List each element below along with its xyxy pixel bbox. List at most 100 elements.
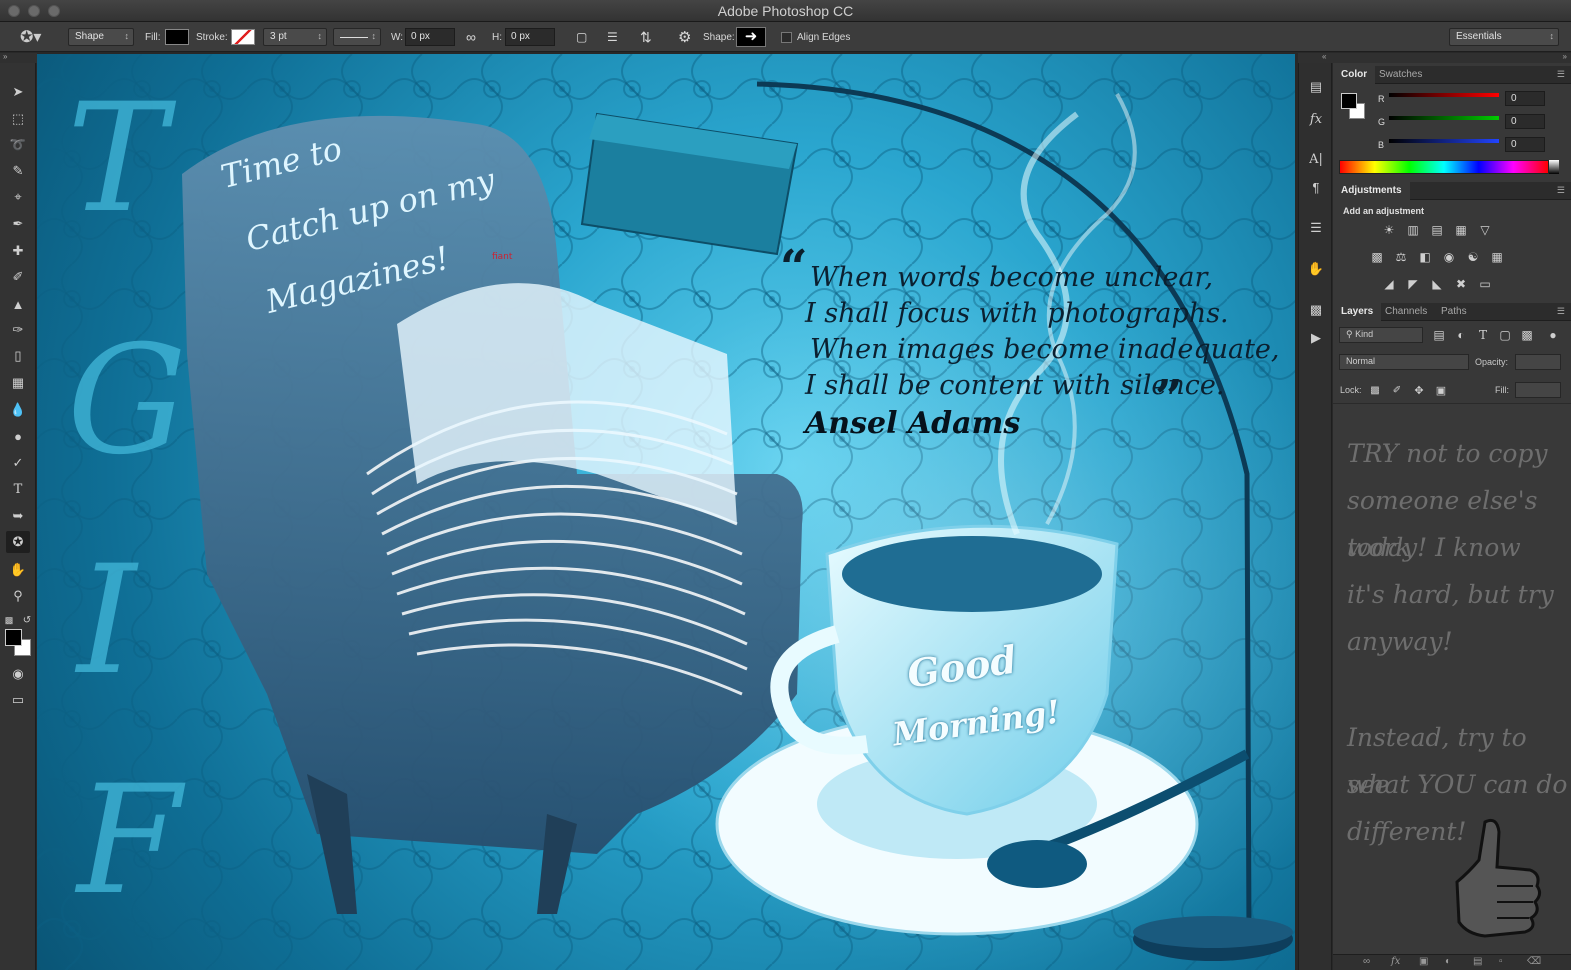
width-field[interactable]: 0 px [405, 28, 455, 46]
eraser-tool-icon[interactable]: ▯ [6, 345, 30, 367]
blue-slider[interactable] [1389, 139, 1499, 143]
healing-brush-tool-icon[interactable]: ✚ [6, 240, 30, 262]
history-brush-tool-icon[interactable]: ✑ [6, 319, 30, 341]
align-edges-checkbox[interactable] [781, 32, 792, 43]
link-icon[interactable]: ∞ [466, 22, 476, 52]
opacity-field[interactable] [1515, 354, 1561, 370]
custom-shape-tool-preset-icon[interactable]: ✪▾ [20, 22, 41, 52]
levels-icon[interactable]: ▥ [1405, 223, 1421, 237]
clone-stamp-tool-icon[interactable]: ▲ [6, 293, 30, 315]
character-panel-icon[interactable]: A| [1305, 149, 1327, 169]
red-value-field[interactable]: 0 [1505, 91, 1545, 106]
height-field[interactable]: 0 px [505, 28, 555, 46]
swap-colors-icon[interactable]: ↺ [20, 609, 34, 631]
tab-swatches[interactable]: Swatches [1371, 66, 1430, 84]
eyedropper-tool-icon[interactable]: ✒ [6, 213, 30, 235]
pen-tool-icon[interactable]: ✓ [6, 452, 30, 474]
screen-mode-icon[interactable]: ▭ [6, 689, 30, 711]
quick-selection-tool-icon[interactable]: ✎ [6, 160, 30, 182]
styles-panel-icon[interactable]: fx [1305, 109, 1327, 129]
brush-tool-icon[interactable]: ✐ [6, 266, 30, 288]
panels-collapse-handle[interactable]: «» [1298, 52, 1571, 63]
path-alignment-icon[interactable]: ☰ [607, 22, 618, 52]
fill-swatch[interactable] [165, 29, 189, 45]
link-layers-icon[interactable]: ∞ [1363, 956, 1370, 967]
hand-tool-icon[interactable]: ✋ [6, 559, 30, 581]
tab-adjustments[interactable]: Adjustments [1333, 182, 1410, 200]
actions-panel-play-icon[interactable]: ▶ [1305, 328, 1327, 348]
blend-mode-dropdown[interactable]: Normal [1339, 354, 1469, 370]
foreground-color-swatch[interactable] [5, 629, 22, 646]
blue-value-field[interactable]: 0 [1505, 137, 1545, 152]
filter-type-layers-icon[interactable]: T [1475, 328, 1491, 342]
move-tool-icon[interactable]: ➤ [6, 81, 30, 103]
stroke-width-field[interactable]: 3 pt [263, 28, 327, 46]
color-spectrum-ramp[interactable] [1339, 160, 1549, 174]
new-layer-icon[interactable]: ▫ [1499, 956, 1503, 967]
new-adjustment-layer-icon[interactable]: ◐ [1445, 956, 1451, 967]
filter-shape-layers-icon[interactable]: ▢ [1497, 328, 1513, 342]
shape-picker-arrow-icon[interactable]: ➜ [736, 27, 766, 47]
stroke-swatch[interactable] [231, 29, 255, 45]
filter-toggle-icon[interactable]: ● [1545, 328, 1561, 342]
tab-channels[interactable]: Channels [1377, 303, 1435, 321]
custom-shape-tool-icon[interactable]: ✪ [6, 531, 30, 553]
lock-image-pixels-icon[interactable]: ✐ [1389, 383, 1405, 397]
delete-layer-icon[interactable]: ⌫ [1527, 956, 1541, 967]
black-white-icon[interactable]: ◧ [1417, 250, 1433, 264]
posterize-icon[interactable]: ◤ [1405, 277, 1421, 291]
type-tool-icon[interactable]: T [6, 478, 30, 500]
color-foreground-swatch[interactable] [1341, 93, 1357, 109]
marquee-tool-icon[interactable]: ⬚ [6, 108, 30, 130]
quick-mask-icon[interactable]: ◉ [6, 663, 30, 685]
color-balance-icon[interactable]: ⚖ [1393, 250, 1409, 264]
vibrance-icon[interactable]: ▽ [1477, 223, 1493, 237]
brightness-contrast-icon[interactable]: ☀ [1381, 223, 1397, 237]
gradient-tool-icon[interactable]: ▦ [6, 372, 30, 394]
curves-icon[interactable]: ▤ [1429, 223, 1445, 237]
color-panel-menu-icon[interactable]: ☰ [1557, 69, 1565, 80]
layer-filter-kind-dropdown[interactable]: ⚲ Kind [1339, 327, 1423, 343]
blur-tool-icon[interactable]: 💧 [6, 399, 30, 421]
zoom-tool-icon[interactable]: ⚲ [6, 585, 30, 607]
channel-mixer-icon[interactable]: ☯ [1465, 250, 1481, 264]
tab-layers[interactable]: Layers [1333, 303, 1382, 321]
layer-style-icon[interactable]: fx [1391, 956, 1400, 967]
gradient-map-icon[interactable]: ▭ [1477, 277, 1493, 291]
green-value-field[interactable]: 0 [1505, 114, 1545, 129]
exposure-icon[interactable]: ▦ [1453, 223, 1469, 237]
invert-icon[interactable]: ◢ [1381, 277, 1397, 291]
document-canvas[interactable]: fiant “ ” T G I F Time to Catch up on my… [37, 54, 1295, 970]
filter-smart-objects-icon[interactable]: ▩ [1519, 328, 1535, 342]
photo-filter-icon[interactable]: ◉ [1441, 250, 1457, 264]
default-colors-icon[interactable]: ▩ [2, 609, 16, 631]
path-operations-icon[interactable]: ▢ [576, 22, 587, 52]
lock-transparent-pixels-icon[interactable]: ▩ [1367, 383, 1383, 397]
add-mask-icon[interactable]: ▣ [1419, 956, 1428, 967]
path-arrangement-icon[interactable]: ⇅ [640, 22, 652, 52]
tab-paths[interactable]: Paths [1433, 303, 1475, 321]
properties-panel-icon[interactable]: ☰ [1305, 218, 1327, 238]
paragraph-panel-icon[interactable]: ¶ [1305, 177, 1327, 197]
color-lookup-icon[interactable]: ▦ [1489, 250, 1505, 264]
history-panel-icon[interactable]: ▤ [1305, 77, 1327, 97]
toolbar-collapse-handle[interactable]: » [0, 52, 37, 63]
red-slider[interactable] [1389, 93, 1499, 97]
adjustments-panel-menu-icon[interactable]: ☰ [1557, 185, 1565, 196]
stroke-type-dropdown[interactable] [333, 28, 381, 46]
layer-comps-panel-icon[interactable]: ▩ [1305, 300, 1327, 320]
dodge-tool-icon[interactable]: ● [6, 425, 30, 447]
filter-adjustment-layers-icon[interactable]: ◐ [1453, 328, 1469, 342]
threshold-icon[interactable]: ◣ [1429, 277, 1445, 291]
lock-all-icon[interactable]: ▣ [1433, 383, 1449, 397]
tab-color[interactable]: Color [1333, 66, 1376, 84]
new-group-icon[interactable]: ▤ [1473, 956, 1482, 967]
layers-panel-menu-icon[interactable]: ☰ [1557, 306, 1565, 317]
crop-tool-icon[interactable]: ⌖ [6, 186, 30, 208]
green-slider[interactable] [1389, 116, 1499, 120]
lock-position-icon[interactable]: ✥ [1411, 383, 1427, 397]
filter-pixel-layers-icon[interactable]: ▤ [1431, 328, 1447, 342]
black-white-ramp[interactable] [1549, 160, 1559, 174]
hue-saturation-icon[interactable]: ▩ [1369, 250, 1385, 264]
fill-field[interactable] [1515, 382, 1561, 398]
